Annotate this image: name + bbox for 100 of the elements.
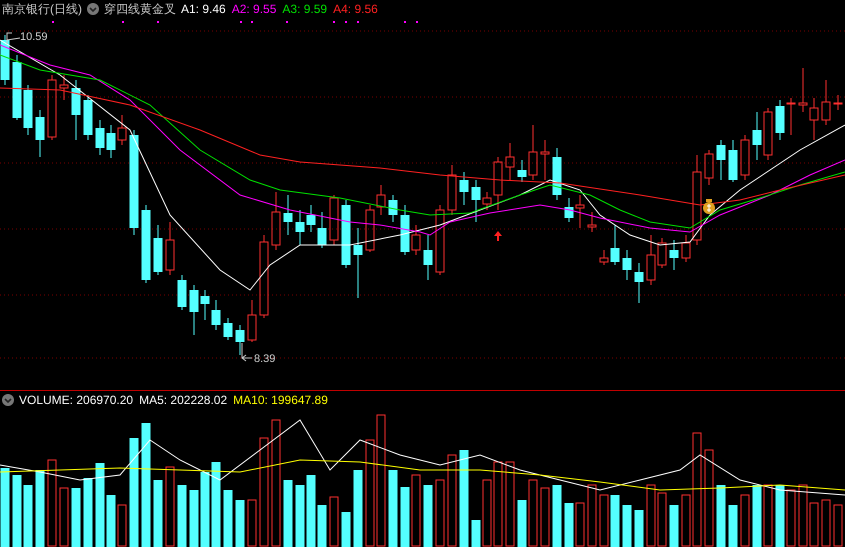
volume-bar: [670, 505, 678, 547]
volume-bar: [764, 484, 772, 546]
candlestick: [670, 240, 678, 270]
candlestick: [284, 194, 292, 236]
candlestick: [0, 34, 10, 86]
candlestick: [822, 80, 830, 126]
candlestick: [106, 124, 116, 158]
candlestick: [610, 224, 620, 266]
volume-bar: [540, 488, 550, 546]
volume-bar: [716, 485, 726, 547]
volume-bar: [610, 495, 620, 547]
volume-bar: [564, 503, 574, 547]
volume-bar: [576, 502, 584, 546]
candlestick: [600, 250, 608, 266]
candlestick: [84, 94, 92, 140]
volume-bar: [190, 490, 198, 547]
candlestick: [518, 160, 526, 182]
volume-bar: [84, 478, 92, 547]
candlestick: [448, 164, 456, 216]
legend-value: MA10: 199647.89: [233, 392, 328, 406]
candlestick: [528, 124, 538, 180]
volume-bar: [236, 500, 244, 547]
volume-bar: [306, 475, 316, 547]
candlestick: [96, 120, 104, 156]
candlestick: [72, 80, 80, 140]
candlestick: [388, 194, 398, 222]
volume-bar: [224, 490, 232, 547]
volume-bar: [178, 485, 186, 547]
candlestick: [366, 204, 374, 252]
volume-bar: [798, 484, 808, 546]
candlestick: [190, 284, 198, 336]
volume-bar: [552, 485, 562, 547]
candlestick: [682, 234, 690, 262]
volume-bar: [658, 492, 666, 546]
candlestick: [576, 194, 584, 228]
candlestick: [248, 300, 256, 342]
legend-value: VOLUME: 206970.20: [19, 392, 134, 406]
candlestick: [646, 234, 656, 286]
volume-bar: [600, 494, 608, 546]
candlestick: [460, 172, 468, 206]
candlestick: [472, 180, 480, 222]
candlestick: [506, 142, 514, 180]
volume-bar: [622, 505, 632, 547]
candlestick: [810, 98, 818, 140]
volume-bar: [424, 485, 432, 547]
candlestick: [728, 140, 738, 182]
candlestick: [376, 184, 386, 216]
volume-bar: [118, 504, 126, 546]
candlestick: [330, 194, 338, 246]
candlestick: [834, 94, 842, 110]
legend-value: A4: 9.56: [333, 2, 378, 16]
leader-line: [242, 342, 252, 362]
volume-bar: [834, 504, 842, 546]
volume-bar: [318, 505, 326, 547]
candlestick: [342, 200, 350, 268]
candlestick: [60, 74, 68, 100]
candlestick: [622, 250, 632, 280]
candlestick: [704, 150, 714, 186]
volume-bar: [822, 500, 830, 546]
volume-bar: [752, 485, 762, 547]
volume-bar: [60, 488, 68, 546]
candlestick: [798, 68, 808, 112]
volume-bar: [330, 496, 338, 546]
volume-bar: [646, 484, 656, 546]
volume-bar: [776, 485, 784, 547]
candlestick: [436, 204, 444, 276]
candlestick: [634, 262, 644, 304]
money-bag-icon: [703, 199, 715, 214]
candlestick: [236, 324, 244, 356]
volume-bar: [472, 520, 480, 547]
volume-bar: [248, 500, 256, 546]
dropdown-icon[interactable]: [2, 394, 14, 406]
volume-bar: [682, 494, 690, 546]
candlestick: [318, 212, 326, 248]
candlestick: [482, 192, 492, 210]
candlestick: [424, 234, 432, 280]
legend-value: MA5: 202228.02: [139, 392, 228, 406]
candlestick: [272, 192, 280, 250]
candlestick: [306, 204, 316, 232]
high-price-label: 10.59: [20, 31, 48, 43]
indicator-name: 穿四线黄金叉: [104, 0, 176, 18]
volume-bar: [154, 480, 162, 547]
stock-name: 南京银行(日线): [2, 0, 82, 18]
volume-bar: [528, 480, 538, 546]
legend-value: A2: 9.55: [232, 2, 276, 16]
volume-bar: [634, 510, 644, 547]
volume-bar: [296, 485, 304, 547]
volume-bar: [400, 487, 410, 547]
volume-bar: [740, 494, 750, 546]
dropdown-icon[interactable]: [87, 3, 99, 15]
candlestick: [494, 156, 502, 210]
volume-bar: [72, 488, 80, 547]
candlestick: [24, 84, 32, 136]
volume-bar: [342, 512, 350, 547]
candlestick: [564, 198, 574, 222]
candlestick: [166, 222, 174, 276]
volume-bar: [728, 505, 738, 547]
volume-bar: [106, 495, 116, 547]
volume-bar: [436, 480, 444, 546]
candlestick: [118, 114, 126, 146]
